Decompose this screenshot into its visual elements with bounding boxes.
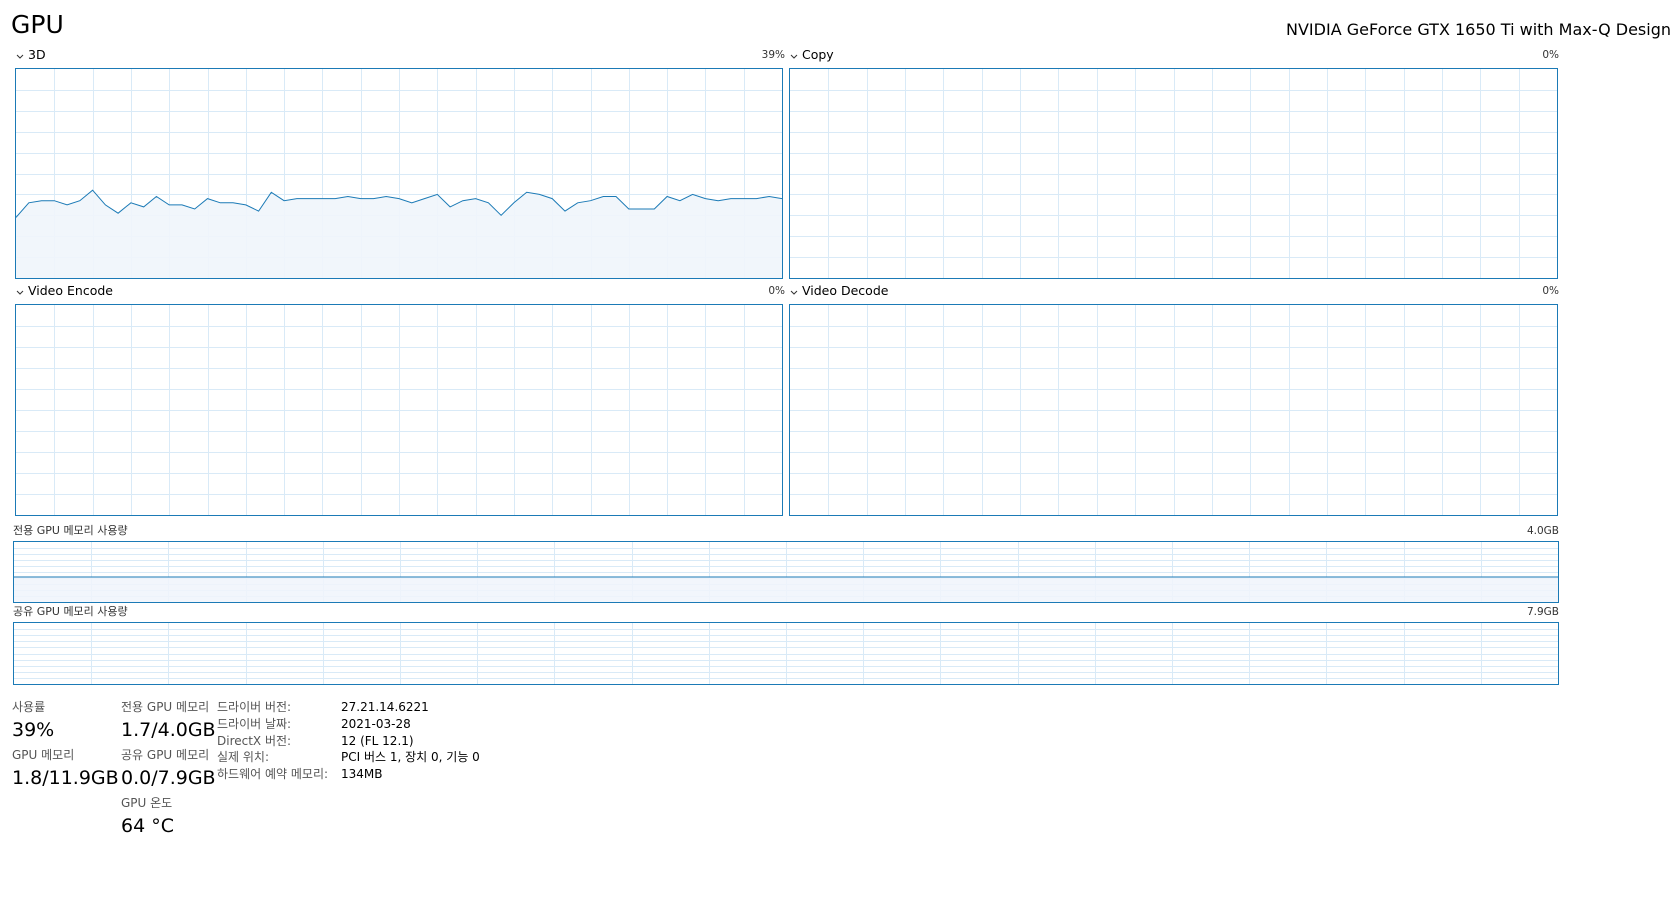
engine-video-encode-percent: 0% bbox=[768, 285, 785, 297]
device-name: NVIDIA GeForce GTX 1650 Ti with Max-Q De… bbox=[1286, 20, 1671, 39]
shared-memory-label: 공유 GPU 메모리 bbox=[121, 748, 210, 762]
dedicated-memory-label: 전용 GPU 메모리 bbox=[121, 700, 210, 714]
gpu-memory-label: GPU 메모리 bbox=[12, 748, 75, 762]
driver-date-value: 2021-03-28 bbox=[341, 717, 411, 731]
gpu-memory-value: 1.8/11.9GB bbox=[12, 767, 119, 789]
memory-usage-area bbox=[14, 576, 1558, 602]
chevron-down-icon bbox=[15, 49, 25, 59]
engine-3d-percent: 39% bbox=[761, 49, 785, 61]
directx-version-label: DirectX 버전: bbox=[217, 734, 292, 748]
hardware-reserved-memory-value: 134MB bbox=[341, 767, 383, 781]
engine-video-encode-header[interactable]: Video Encode bbox=[15, 282, 113, 300]
directx-version-value: 12 (FL 12.1) bbox=[341, 734, 414, 748]
engine-3d-header[interactable]: 3D bbox=[15, 46, 46, 64]
physical-location-value: PCI 버스 1, 장치 0, 기능 0 bbox=[341, 750, 480, 764]
dedicated-memory-graph-label: 전용 GPU 메모리 사용량 bbox=[13, 524, 128, 537]
engine-video-encode-label: Video Encode bbox=[28, 283, 113, 298]
chevron-down-icon bbox=[789, 285, 799, 295]
engine-3d-graph bbox=[15, 68, 783, 279]
utilization-label: 사용률 bbox=[12, 700, 46, 714]
dedicated-memory-graph bbox=[13, 541, 1559, 603]
engine-copy-graph bbox=[789, 68, 1558, 279]
utilization-value: 39% bbox=[12, 719, 55, 741]
physical-location-label: 실제 위치: bbox=[217, 750, 270, 764]
engine-video-decode-label: Video Decode bbox=[802, 283, 889, 298]
driver-version-label: 드라이버 버전: bbox=[217, 700, 292, 714]
gpu-temperature-label: GPU 온도 bbox=[121, 796, 173, 810]
shared-memory-value: 0.0/7.9GB bbox=[121, 767, 216, 789]
dedicated-memory-graph-max: 4.0GB bbox=[1526, 525, 1559, 537]
engine-copy-percent: 0% bbox=[1542, 49, 1559, 61]
driver-version-value: 27.21.14.6221 bbox=[341, 700, 429, 714]
engine-video-encode-graph bbox=[15, 304, 783, 516]
engine-copy-header[interactable]: Copy bbox=[789, 46, 834, 64]
engine-video-decode-graph bbox=[789, 304, 1558, 516]
chevron-down-icon bbox=[789, 49, 799, 59]
engine-3d-label: 3D bbox=[28, 47, 46, 62]
hardware-reserved-memory-label: 하드웨어 예약 메모리: bbox=[217, 767, 329, 781]
shared-memory-graph bbox=[13, 622, 1559, 685]
page-title: GPU bbox=[11, 10, 64, 39]
driver-date-label: 드라이버 날짜: bbox=[217, 717, 292, 731]
shared-memory-graph-max: 7.9GB bbox=[1526, 606, 1559, 618]
engine-video-decode-header[interactable]: Video Decode bbox=[789, 282, 888, 300]
dedicated-memory-value: 1.7/4.0GB bbox=[121, 719, 216, 741]
shared-memory-graph-label: 공유 GPU 메모리 사용량 bbox=[13, 605, 128, 618]
chevron-down-icon bbox=[15, 285, 25, 295]
gpu-temperature-value: 64 °C bbox=[121, 815, 174, 837]
engine-video-decode-percent: 0% bbox=[1542, 285, 1559, 297]
engine-copy-label: Copy bbox=[802, 47, 834, 62]
